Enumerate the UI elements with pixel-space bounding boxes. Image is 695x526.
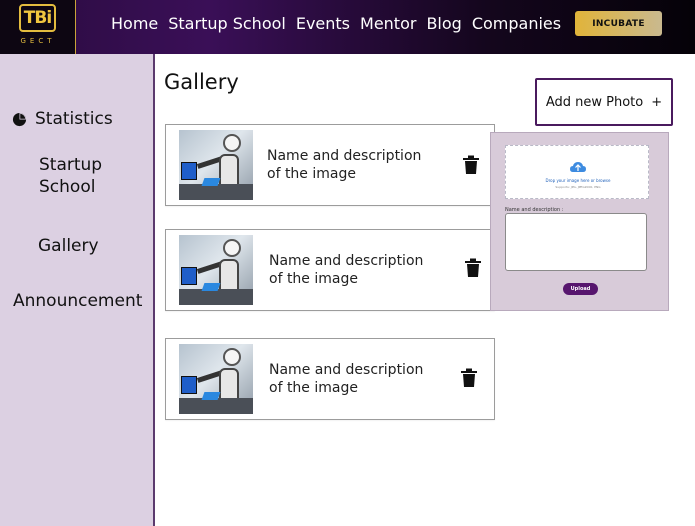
sidebar-item-statistics[interactable]: Statistics [12,109,113,129]
main-nav: Home Startup School Events Mentor Blog C… [111,14,571,33]
image-dropzone[interactable]: Drop your image here or browse Supports:… [505,145,649,199]
incubate-button[interactable]: INCUBATE [575,11,662,36]
image-description: Name and description of the image [269,362,424,396]
gallery-card: Name and description of the image [165,338,495,420]
logo[interactable]: TBi GECT [0,0,76,54]
add-photo-label: Add new Photo [545,94,644,110]
sidebar-item-startup-school[interactable]: Startup School [39,154,129,198]
dropzone-text: Drop your image here or browse [545,178,611,183]
add-new-photo-button[interactable]: Add new Photo + [535,78,673,126]
sidebar-item-label: Statistics [35,109,113,129]
image-description: Name and description of the image [269,253,424,287]
image-description: Name and description of the image [267,148,422,182]
trash-icon[interactable] [462,155,480,175]
nav-companies[interactable]: Companies [472,14,561,33]
page-title: Gallery [164,70,239,94]
pie-chart-icon [12,112,27,126]
gallery-image [179,344,253,414]
logo-badge: TBi [19,4,56,32]
upload-panel: Drop your image here or browse Supports:… [490,132,669,311]
sidebar-item-announcement[interactable]: Announcement [13,291,142,311]
gallery-card: Name and description of the image [165,229,495,311]
sidebar-item-gallery[interactable]: Gallery [38,236,99,256]
top-nav-bar: TBi GECT Home Startup School Events Ment… [0,0,695,54]
gallery-image [179,130,253,200]
trash-icon[interactable] [464,258,482,278]
gallery-card: Name and description of the image [165,124,495,206]
plus-icon: + [651,94,663,110]
description-textarea[interactable] [505,213,647,271]
nav-blog[interactable]: Blog [426,14,461,33]
nav-events[interactable]: Events [296,14,350,33]
nav-mentor[interactable]: Mentor [360,14,416,33]
nav-home[interactable]: Home [111,14,158,33]
gallery-image [179,235,253,305]
image-upload-icon [570,162,586,172]
nav-startup-school[interactable]: Startup School [168,14,286,33]
trash-icon[interactable] [460,368,478,388]
dropzone-subtext: Supports: JPG, JPEG2000, PNG [555,185,601,189]
logo-subtitle: GECT [20,37,56,45]
sidebar: Statistics Startup School Gallery Announ… [0,54,155,526]
upload-button[interactable]: Upload [563,283,598,295]
